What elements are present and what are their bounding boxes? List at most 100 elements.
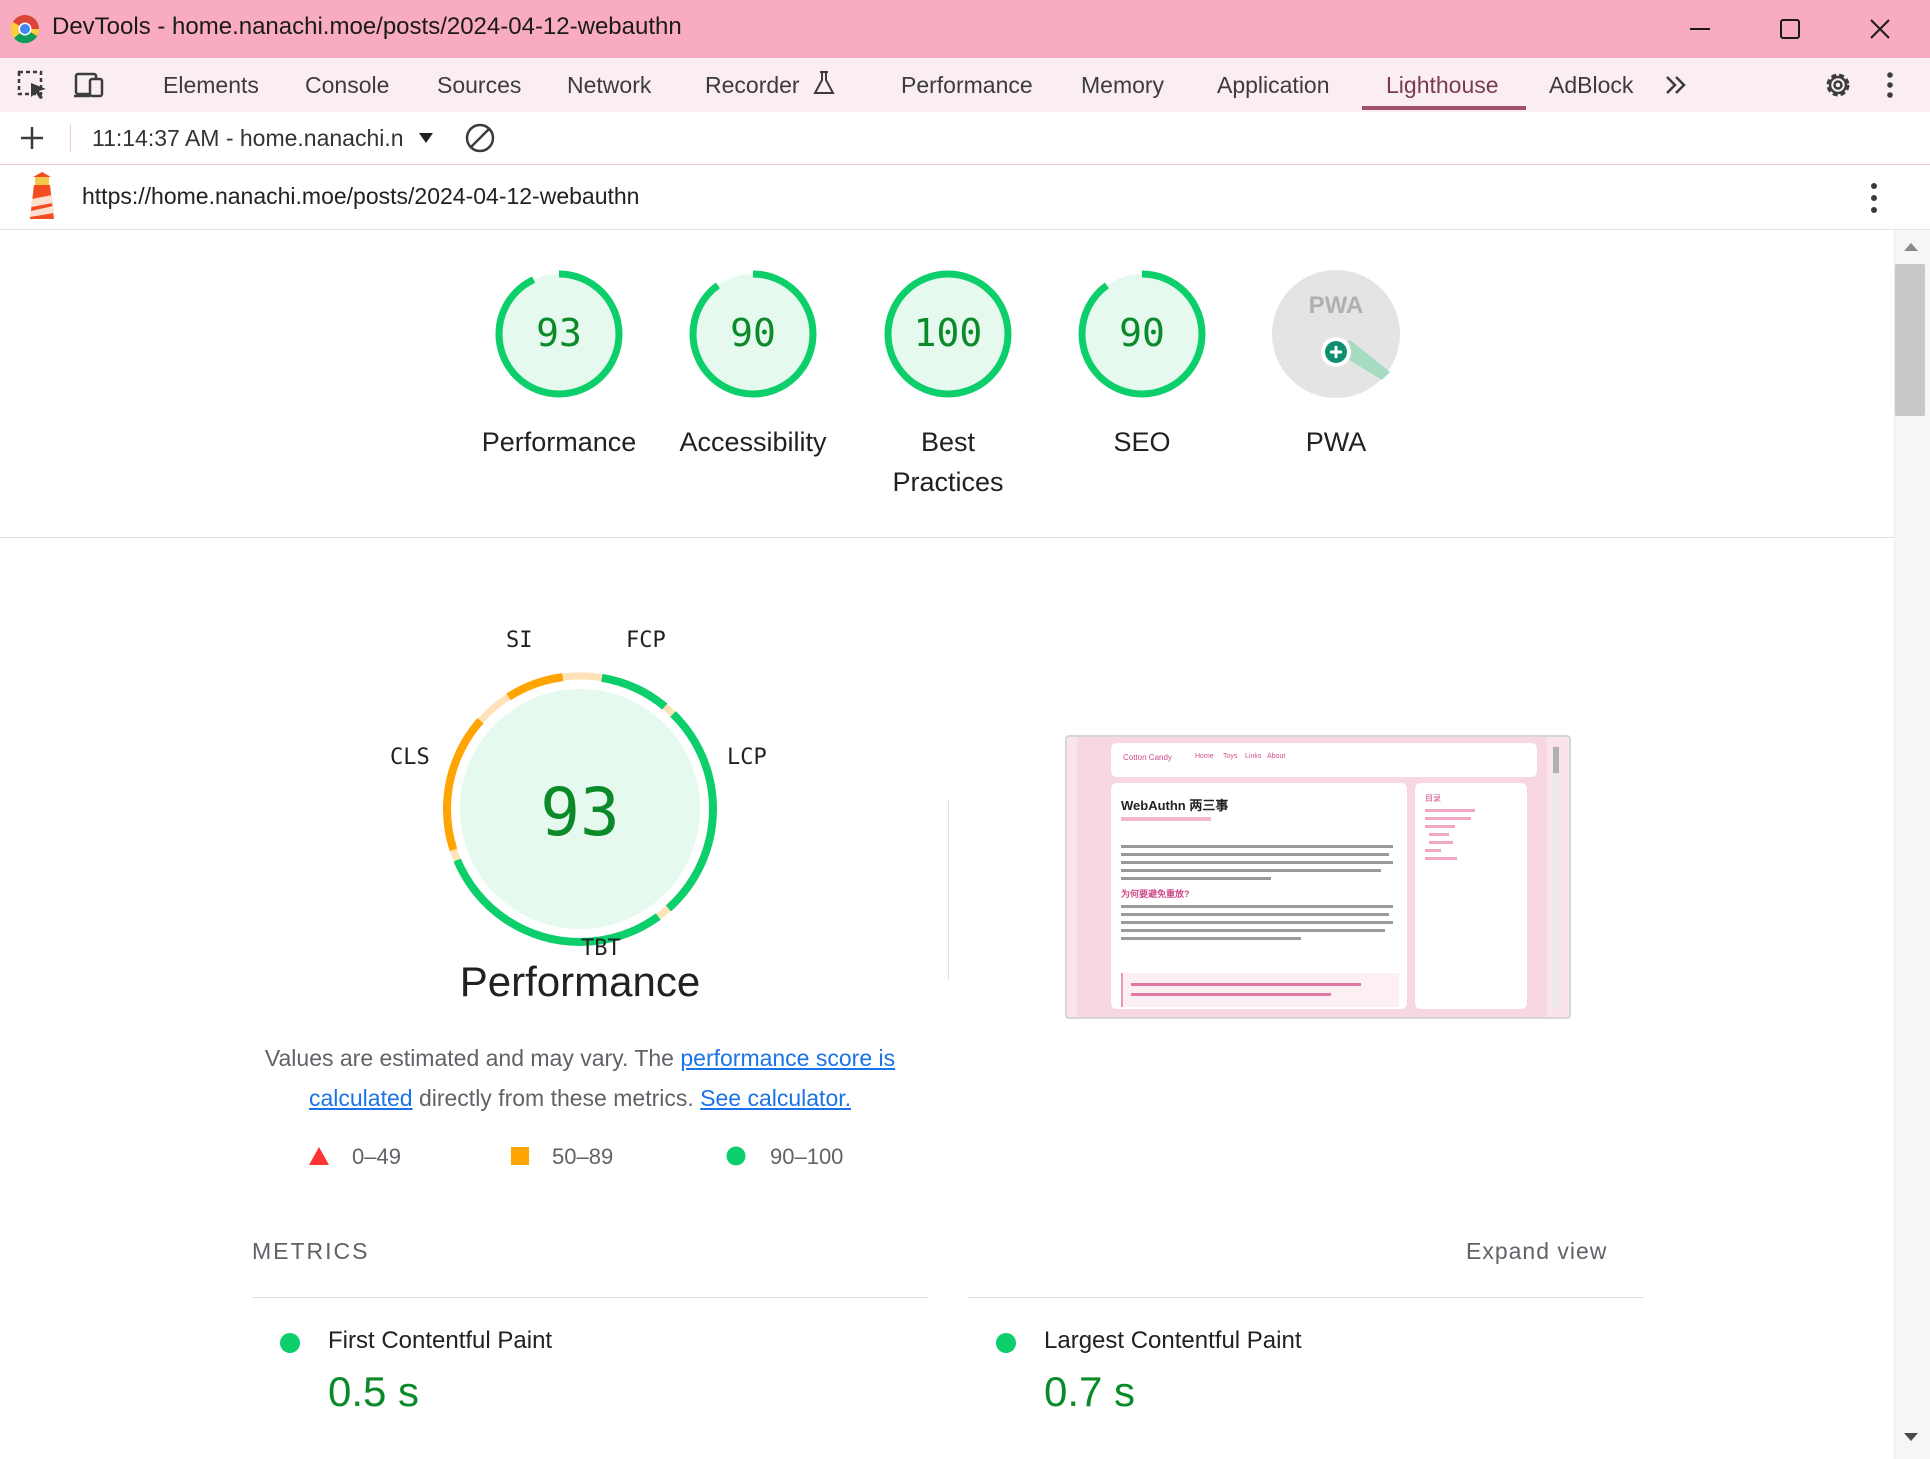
metric-name-lcp: Largest Contentful Paint [1044, 1327, 1302, 1354]
tab-lighthouse[interactable]: Lighthouse [1386, 58, 1499, 112]
best-practices-score: 100 [914, 311, 983, 355]
lighthouse-report: 93 Performance 90 Accessibility 100 Best… [0, 230, 1894, 1459]
lcp-pass-icon [996, 1333, 1016, 1353]
thumbnail-nav-home: Home [1195, 753, 1214, 760]
metric-value-lcp: 0.7 s [1044, 1368, 1136, 1415]
average-square-icon [511, 1147, 529, 1165]
legend-fail: 0–49 [308, 1144, 401, 1170]
ring-label-fcp: FCP [626, 628, 666, 653]
accessibility-score: 90 [730, 311, 776, 355]
tab-adblock[interactable]: AdBlock [1549, 58, 1633, 112]
customize-menu-icon[interactable] [1884, 70, 1896, 100]
tab-recorder[interactable]: Recorder [705, 58, 836, 112]
dropdown-caret-icon[interactable] [418, 132, 434, 144]
lighthouse-toolbar: 11:14:37 AM - home.nanachi.n [0, 112, 1930, 165]
legend-average: 50–89 [510, 1144, 613, 1170]
thumbnail-site-name: Cotton Candy [1123, 753, 1172, 762]
fcp-pass-icon [280, 1333, 300, 1353]
tab-sources[interactable]: Sources [437, 58, 521, 112]
minimize-icon [1690, 28, 1710, 30]
report-selector[interactable]: 11:14:37 AM - home.nanachi.n [92, 122, 432, 154]
legend-pass-range: 90–100 [770, 1144, 844, 1169]
tab-application[interactable]: Application [1217, 58, 1330, 112]
close-icon [1870, 19, 1890, 39]
performance-metrics-ring: 93 [443, 672, 717, 946]
report-url: https://home.nanachi.moe/posts/2024-04-1… [82, 183, 640, 209]
scroll-down-arrow-icon[interactable] [1903, 1432, 1919, 1442]
panel-tab-bar: Elements Console Sources Network Recorde… [0, 58, 1930, 113]
performance-big-score: 93 [540, 774, 619, 851]
gauge-label-performance: Performance [481, 427, 637, 457]
performance-note: Values are estimated and may vary. The p… [250, 1038, 910, 1118]
tab-elements[interactable]: Elements [163, 58, 259, 112]
metric-name-fcp: First Contentful Paint [328, 1327, 553, 1354]
report-scrollbar[interactable] [1894, 230, 1930, 1459]
performance-score: 93 [536, 311, 582, 355]
report-menu-icon[interactable] [1868, 181, 1880, 215]
tab-memory[interactable]: Memory [1081, 58, 1164, 112]
pwa-badge-text: PWA [1309, 292, 1364, 319]
metric-value-fcp: 0.5 s [328, 1368, 420, 1415]
best-practices-gauge-ring: 100 [884, 270, 1012, 398]
chrome-logo-icon [10, 15, 39, 44]
tab-console[interactable]: Console [305, 58, 389, 112]
note-text-2: directly from these metrics. [412, 1085, 701, 1111]
legend-pass: 90–100 [726, 1144, 843, 1170]
inspect-element-icon[interactable] [16, 69, 50, 101]
accessibility-gauge-ring: 90 [689, 270, 817, 398]
thumbnail-toc: 目录 [1415, 783, 1527, 1009]
toolbar-separator [70, 124, 71, 152]
minimize-button[interactable] [1655, 0, 1745, 58]
maximize-button[interactable] [1745, 0, 1835, 58]
final-screenshot-thumbnail[interactable]: Cotton Candy Home Toys Links About WebAu… [1065, 735, 1571, 1019]
thumbnail-nav-toys: Toys [1223, 753, 1238, 760]
active-tab-indicator [1362, 106, 1526, 110]
thumbnail-post-title: WebAuthn 两三事 [1121, 798, 1229, 813]
thumbnail-nav-about: About [1267, 753, 1286, 760]
experiment-flask-icon [813, 71, 835, 94]
close-button[interactable] [1835, 0, 1925, 58]
gauge-label-accessibility: Accessibility [679, 427, 827, 457]
seo-gauge-ring: 90 [1078, 270, 1206, 398]
tab-network[interactable]: Network [567, 58, 651, 112]
gauge-label-pwa: PWA [1305, 427, 1367, 457]
metrics-divider-left [252, 1297, 928, 1298]
tab-performance[interactable]: Performance [901, 58, 1033, 112]
maximize-icon [1780, 19, 1800, 39]
performance-title: Performance [459, 958, 701, 1005]
gauge-label-seo: SEO [1113, 427, 1171, 457]
fail-triangle-icon [309, 1147, 329, 1165]
performance-gauge-ring: 93 [495, 270, 623, 398]
device-toolbar-icon[interactable] [72, 69, 106, 101]
metrics-divider-right [968, 1297, 1644, 1298]
section-divider [0, 537, 1894, 538]
legend-fail-range: 0–49 [352, 1144, 401, 1169]
settings-gear-icon[interactable] [1822, 69, 1854, 101]
vertical-divider [948, 800, 949, 980]
thumbnail-nav-links: Links [1245, 753, 1262, 760]
thumbnail-toc-heading: 目录 [1425, 794, 1441, 803]
window-title: DevTools - home.nanachi.moe/posts/2024-0… [52, 13, 682, 40]
ring-label-lcp: LCP [727, 745, 767, 770]
new-report-plus-icon[interactable] [18, 124, 46, 152]
gauge-best-practices[interactable]: 100 Best Practices [853, 268, 1043, 502]
gauge-accessibility[interactable]: 90 Accessibility [658, 268, 848, 462]
clear-reports-icon[interactable] [464, 122, 496, 154]
seo-score: 90 [1119, 311, 1165, 355]
scroll-thumb[interactable] [1895, 264, 1925, 416]
ring-label-cls: CLS [390, 745, 430, 770]
expand-view-toggle[interactable]: Expand view [1466, 1238, 1607, 1265]
lighthouse-logo-icon [30, 172, 54, 219]
pwa-badge-icon: PWA [1272, 270, 1400, 398]
tab-recorder-label: Recorder [705, 72, 800, 98]
gauge-seo[interactable]: 90 SEO [1047, 268, 1237, 462]
metrics-heading: METRICS [252, 1238, 370, 1264]
gauge-pwa[interactable]: PWA PWA [1241, 268, 1431, 462]
report-url-bar: https://home.nanachi.moe/posts/2024-04-1… [0, 165, 1930, 230]
more-tabs-chevron-icon[interactable] [1662, 71, 1690, 99]
pass-circle-icon [726, 1146, 746, 1166]
scroll-up-arrow-icon[interactable] [1903, 242, 1919, 252]
thumbnail-article: WebAuthn 两三事 为何要避免重放? [1111, 783, 1407, 1009]
see-calculator-link[interactable]: See calculator. [700, 1085, 851, 1111]
gauge-performance[interactable]: 93 Performance [464, 268, 654, 462]
